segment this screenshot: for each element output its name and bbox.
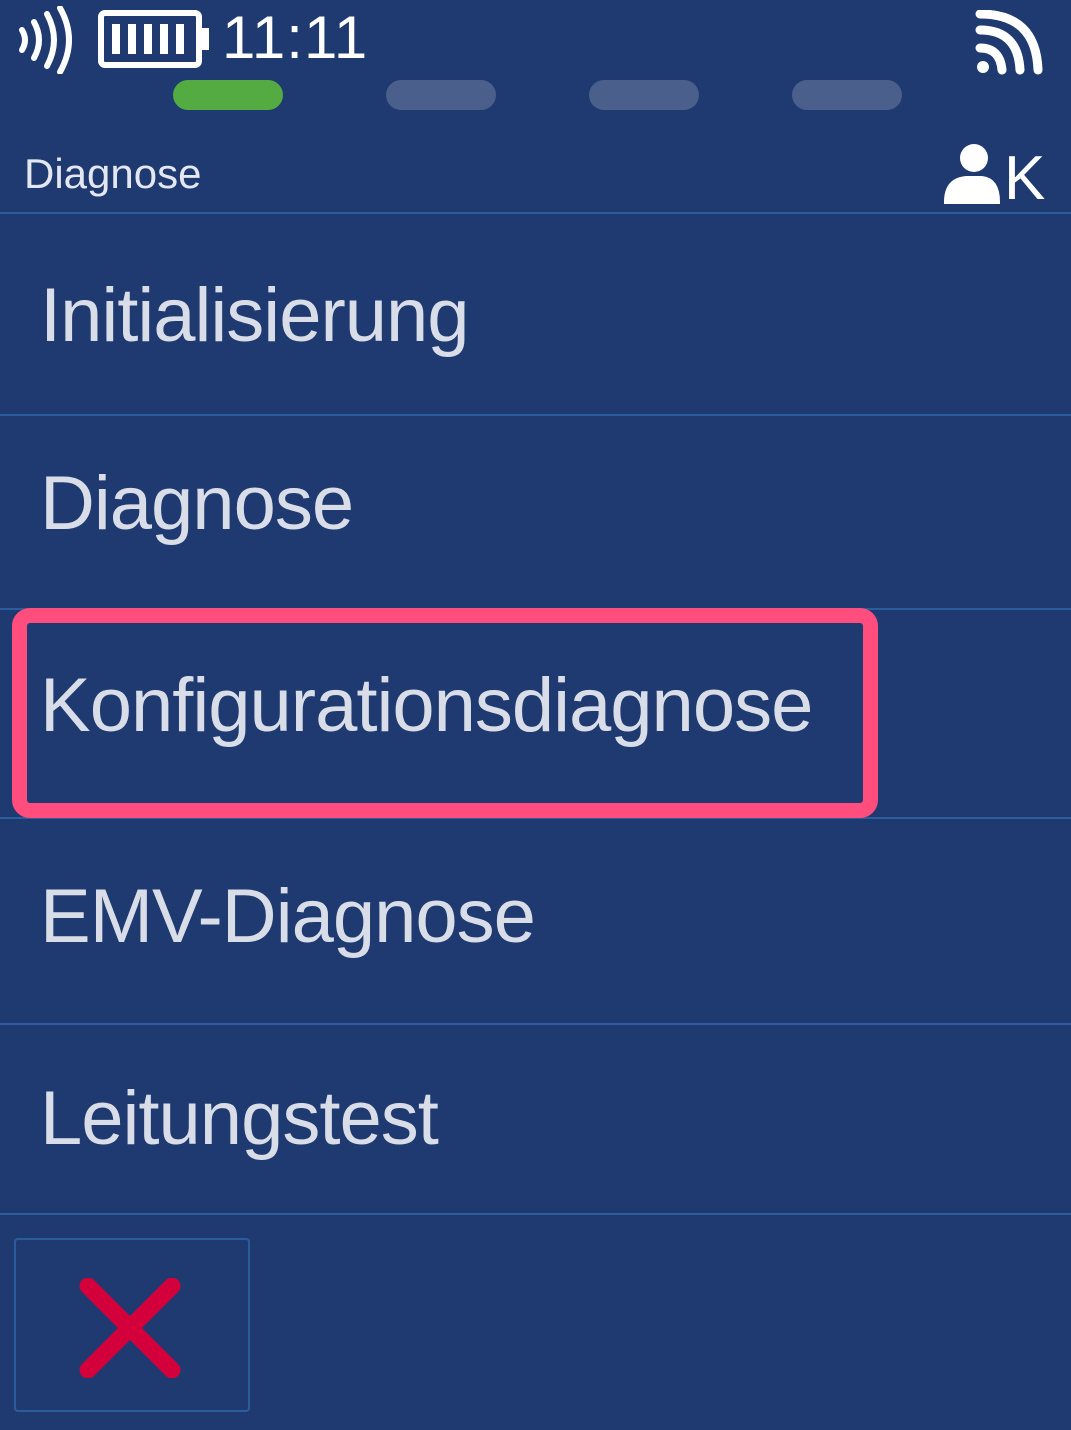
page-title: Diagnose bbox=[24, 150, 202, 197]
menu-item-label: Konfigurationsdiagnose bbox=[40, 663, 813, 748]
menu-item-initialisierung[interactable]: Initialisierung bbox=[0, 214, 1071, 416]
progress-step-4 bbox=[792, 80, 902, 110]
menu-item-leitungstest[interactable]: Leitungstest bbox=[0, 1025, 1071, 1215]
menu-item-label: Leitungstest bbox=[40, 1076, 439, 1161]
diagnose-menu: Initialisierung Diagnose Konfigurationsd… bbox=[0, 214, 1071, 1215]
cancel-button[interactable] bbox=[14, 1238, 250, 1412]
user-role-letter: K bbox=[1004, 144, 1046, 213]
menu-item-label: EMV-Diagnose bbox=[40, 874, 536, 959]
progress-step-2 bbox=[386, 80, 496, 110]
menu-item-emv-diagnose[interactable]: EMV-Diagnose bbox=[0, 819, 1071, 1025]
clock: 11:11 bbox=[222, 4, 369, 71]
menu-item-label: Diagnose bbox=[40, 461, 354, 546]
header: Diagnose K bbox=[0, 120, 1071, 214]
battery-icon bbox=[98, 10, 209, 68]
step-progress bbox=[0, 80, 1071, 110]
menu-item-konfigurationsdiagnose[interactable]: Konfigurationsdiagnose bbox=[0, 608, 1071, 819]
menu-item-diagnose[interactable]: Diagnose bbox=[0, 416, 1071, 610]
wifi-signal-icon bbox=[975, 10, 1043, 75]
close-icon bbox=[79, 1278, 181, 1378]
progress-step-3 bbox=[589, 80, 699, 110]
progress-step-1 bbox=[173, 80, 283, 110]
nfc-contactless-icon bbox=[19, 6, 72, 74]
menu-item-label: Initialisierung bbox=[40, 273, 470, 358]
